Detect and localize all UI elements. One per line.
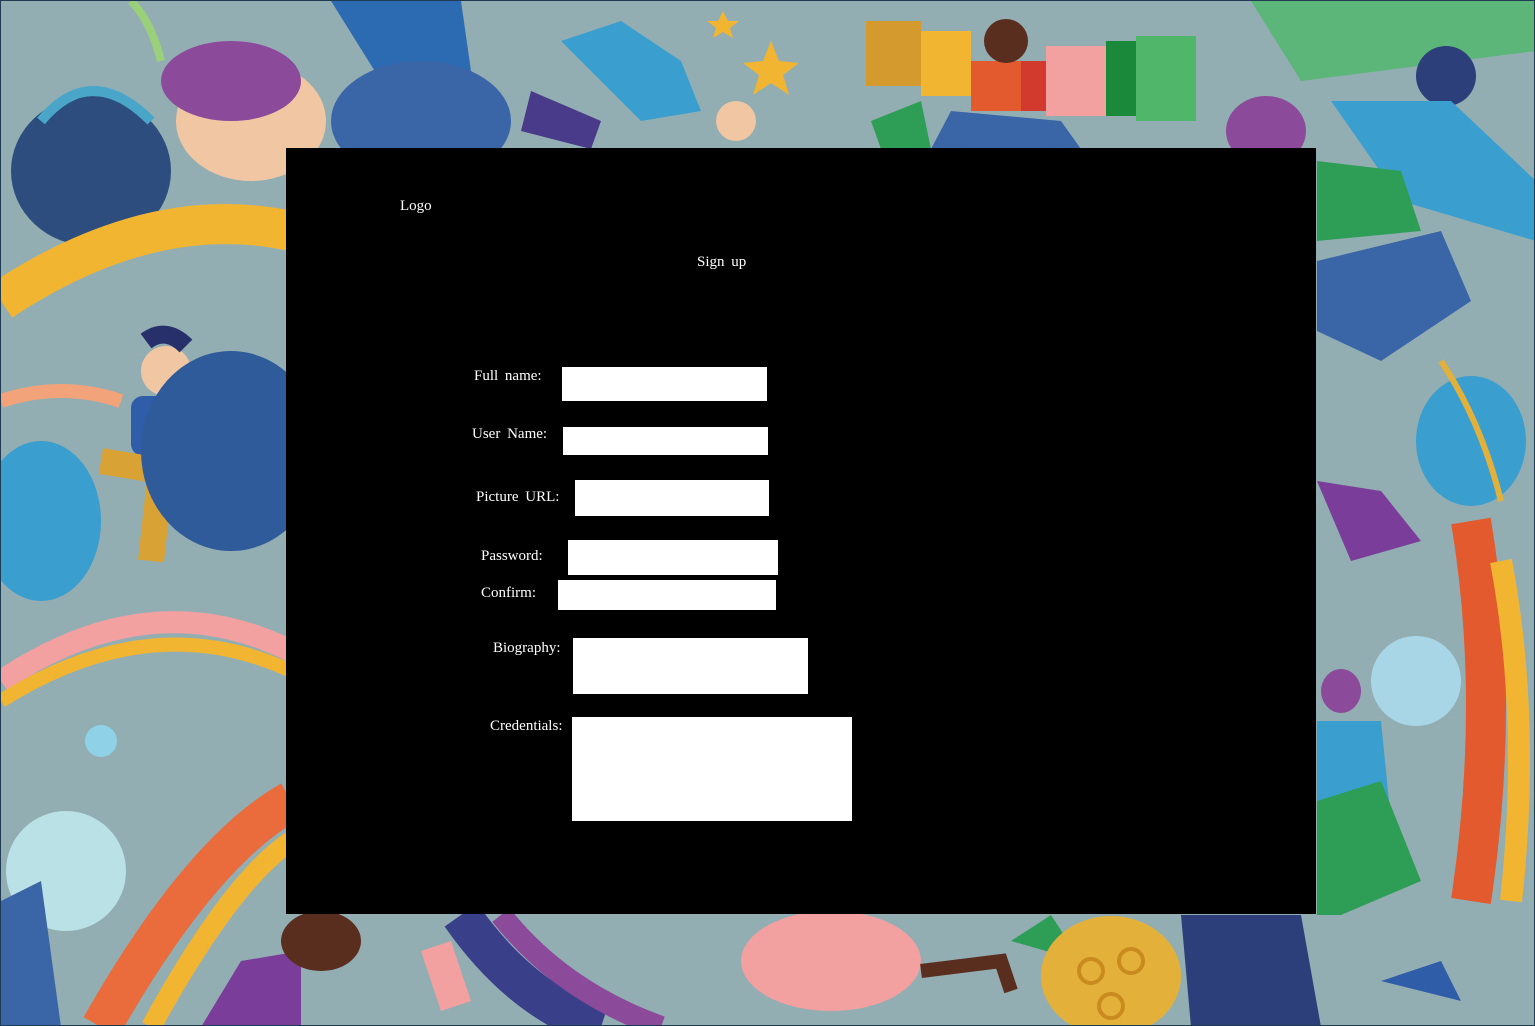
picture-url-label: Picture URL:: [476, 489, 560, 505]
user-name-label: User Name:: [472, 426, 548, 442]
picture-url-input[interactable]: [575, 480, 769, 516]
biography-textarea[interactable]: [573, 638, 808, 694]
password-label: Password:: [481, 548, 543, 564]
user-name-input[interactable]: [563, 427, 768, 455]
credentials-label: Credentials:: [490, 718, 563, 734]
confirm-password-input[interactable]: [558, 580, 776, 610]
logo[interactable]: Logo: [400, 198, 432, 215]
biography-label: Biography:: [493, 640, 561, 656]
signup-panel: Logo Sign up Full name: User Name: Pictu…: [286, 148, 1316, 914]
password-input[interactable]: [568, 540, 778, 575]
credentials-textarea[interactable]: [572, 717, 852, 821]
confirm-password-label: Confirm:: [481, 585, 536, 601]
full-name-label: Full name:: [474, 368, 542, 384]
page-title: Sign up: [697, 254, 747, 270]
full-name-input[interactable]: [562, 367, 767, 401]
